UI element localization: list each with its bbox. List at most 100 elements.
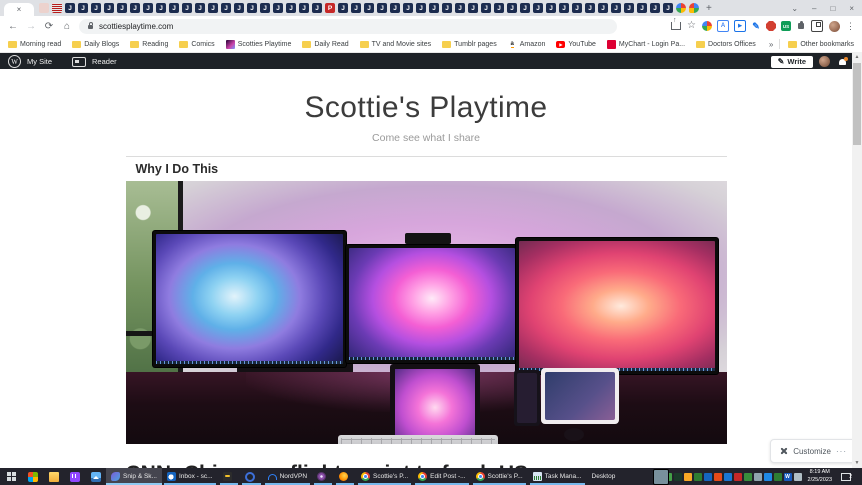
back-icon[interactable]: ← xyxy=(7,21,19,32)
browser-tab-favicon[interactable] xyxy=(585,3,595,13)
account-avatar[interactable] xyxy=(819,56,830,67)
bookmark-item[interactable]: MyChart - Login Pa... xyxy=(607,40,685,49)
browser-tab-favicon[interactable] xyxy=(572,3,582,13)
profile-avatar[interactable] xyxy=(829,21,840,32)
browser-tab-favicon[interactable] xyxy=(507,3,517,13)
reader-icon[interactable] xyxy=(72,57,86,67)
browser-tab-favicon[interactable] xyxy=(442,3,452,13)
notifications-bell-icon[interactable] xyxy=(838,57,848,66)
browser-tab-favicon[interactable] xyxy=(624,3,634,13)
browser-tab-favicon[interactable] xyxy=(234,3,244,13)
browser-tab-favicon[interactable] xyxy=(689,3,699,13)
browser-tab-favicon[interactable] xyxy=(520,3,530,13)
browser-tab-favicon[interactable] xyxy=(247,3,257,13)
my-site-menu[interactable]: My Site xyxy=(27,57,52,66)
wordpress-logo-icon[interactable]: W xyxy=(8,55,21,68)
scrollbar-down-arrow[interactable]: ▼ xyxy=(852,458,862,468)
browser-menu-icon[interactable]: ⋮ xyxy=(846,21,855,32)
taskbar-window-button[interactable]: Desktop xyxy=(587,468,621,485)
browser-tab-favicon[interactable] xyxy=(104,3,114,13)
taskbar-clock[interactable]: 8:19 AM 2/25/2023 xyxy=(808,469,832,484)
extension-icon[interactable] xyxy=(796,21,806,31)
browser-tab-favicon[interactable] xyxy=(286,3,296,13)
taskbar-window-button[interactable]: Task Mana... xyxy=(528,468,587,485)
address-bar[interactable]: scottiesplaytime.com xyxy=(79,19,617,34)
taskbar-window-button[interactable] xyxy=(334,468,356,485)
tray-icon[interactable] xyxy=(694,473,702,481)
pinned-app-button[interactable] xyxy=(64,468,85,485)
taskbar-window-button[interactable]: Scottie's P... xyxy=(471,468,528,485)
pinned-app-button[interactable] xyxy=(22,468,43,485)
browser-tab-favicon[interactable] xyxy=(416,3,426,13)
extension-icon[interactable] xyxy=(734,20,746,32)
browser-tab-favicon[interactable] xyxy=(650,3,660,13)
bookmark-item[interactable]: Doctors Offices xyxy=(696,41,756,48)
active-tab[interactable]: × xyxy=(4,3,34,16)
bookmark-item[interactable]: Tumblr pages xyxy=(442,41,497,48)
taskbar-window-button[interactable] xyxy=(218,468,240,485)
taskbar-window-button[interactable]: Scottie's P... xyxy=(356,468,413,485)
browser-tab-favicon[interactable] xyxy=(598,3,608,13)
post-title[interactable]: Why I Do This xyxy=(136,162,727,176)
browser-tab-favicon[interactable] xyxy=(39,3,49,13)
browser-tab-favicon[interactable] xyxy=(546,3,556,13)
browser-tab-favicon[interactable] xyxy=(663,3,673,13)
tray-icon[interactable] xyxy=(784,473,792,481)
scrollbar-up-arrow[interactable]: ▲ xyxy=(852,52,862,62)
browser-tab-favicon[interactable] xyxy=(221,3,231,13)
bookmarks-overflow-chevron[interactable]: » xyxy=(769,40,773,49)
browser-tab-favicon[interactable] xyxy=(364,3,374,13)
browser-tab-favicon[interactable] xyxy=(455,3,465,13)
share-icon[interactable] xyxy=(671,22,681,30)
browser-tab-favicon[interactable] xyxy=(390,3,400,13)
browser-tab-favicon[interactable] xyxy=(338,3,348,13)
browser-tab-favicon[interactable] xyxy=(143,3,153,13)
home-icon[interactable]: ⌂ xyxy=(61,21,73,32)
browser-tab-favicon[interactable] xyxy=(208,3,218,13)
action-center-button[interactable]: 2 xyxy=(838,473,853,481)
tray-icon[interactable] xyxy=(674,473,682,481)
bookmark-item[interactable]: Amazon xyxy=(508,41,546,48)
tab-search-icon[interactable]: ⌄ xyxy=(791,4,798,13)
bookmark-star-icon[interactable]: ☆ xyxy=(687,21,696,31)
browser-tab-favicon[interactable] xyxy=(494,3,504,13)
browser-tab-favicon[interactable] xyxy=(182,3,192,13)
bookmark-item[interactable]: Morning read xyxy=(8,41,61,48)
browser-tab-favicon[interactable] xyxy=(403,3,413,13)
browser-tab-favicon[interactable] xyxy=(299,3,309,13)
scrollbar-thumb[interactable] xyxy=(853,63,861,145)
browser-tab-favicon[interactable] xyxy=(130,3,140,13)
taskbar-window-button[interactable] xyxy=(312,468,334,485)
customize-button[interactable]: Customize xyxy=(793,447,831,456)
bookmark-item[interactable]: Reading xyxy=(130,41,168,48)
new-tab-button[interactable]: + xyxy=(706,3,712,14)
extension-icon[interactable] xyxy=(751,21,761,31)
browser-tab-favicon[interactable] xyxy=(351,3,361,13)
browser-tab-favicon[interactable] xyxy=(65,3,75,13)
tray-icon[interactable] xyxy=(734,473,742,481)
customize-more-button[interactable]: ··· xyxy=(836,447,847,456)
pinned-app-button[interactable] xyxy=(43,468,64,485)
browser-tab-favicon[interactable] xyxy=(611,3,621,13)
browser-tab-favicon[interactable] xyxy=(312,3,322,13)
tray-icon[interactable] xyxy=(724,473,732,481)
bookmark-item[interactable]: Daily Blogs xyxy=(72,41,119,48)
bookmark-item[interactable]: Comics xyxy=(179,41,214,48)
bookmark-item[interactable]: TV and Movie sites xyxy=(360,41,432,48)
browser-tab-favicon[interactable] xyxy=(260,3,270,13)
browser-tab-favicon[interactable] xyxy=(156,3,166,13)
tray-icon[interactable] xyxy=(754,473,762,481)
extension-icon[interactable] xyxy=(811,20,823,32)
tab-close-icon[interactable]: × xyxy=(17,5,22,14)
tray-icon[interactable] xyxy=(714,473,722,481)
browser-tab-favicon[interactable] xyxy=(169,3,179,13)
tray-icon[interactable] xyxy=(704,473,712,481)
start-button[interactable] xyxy=(0,468,22,485)
reload-icon[interactable]: ⟳ xyxy=(43,21,55,32)
browser-tab-favicon[interactable] xyxy=(195,3,205,13)
browser-tab-favicon[interactable] xyxy=(637,3,647,13)
bookmark-item[interactable]: Daily Read xyxy=(302,41,348,48)
browser-tab-favicon[interactable] xyxy=(468,3,478,13)
tray-icon[interactable] xyxy=(654,470,668,484)
bookmark-item[interactable]: Scotties Playtime xyxy=(226,40,292,49)
